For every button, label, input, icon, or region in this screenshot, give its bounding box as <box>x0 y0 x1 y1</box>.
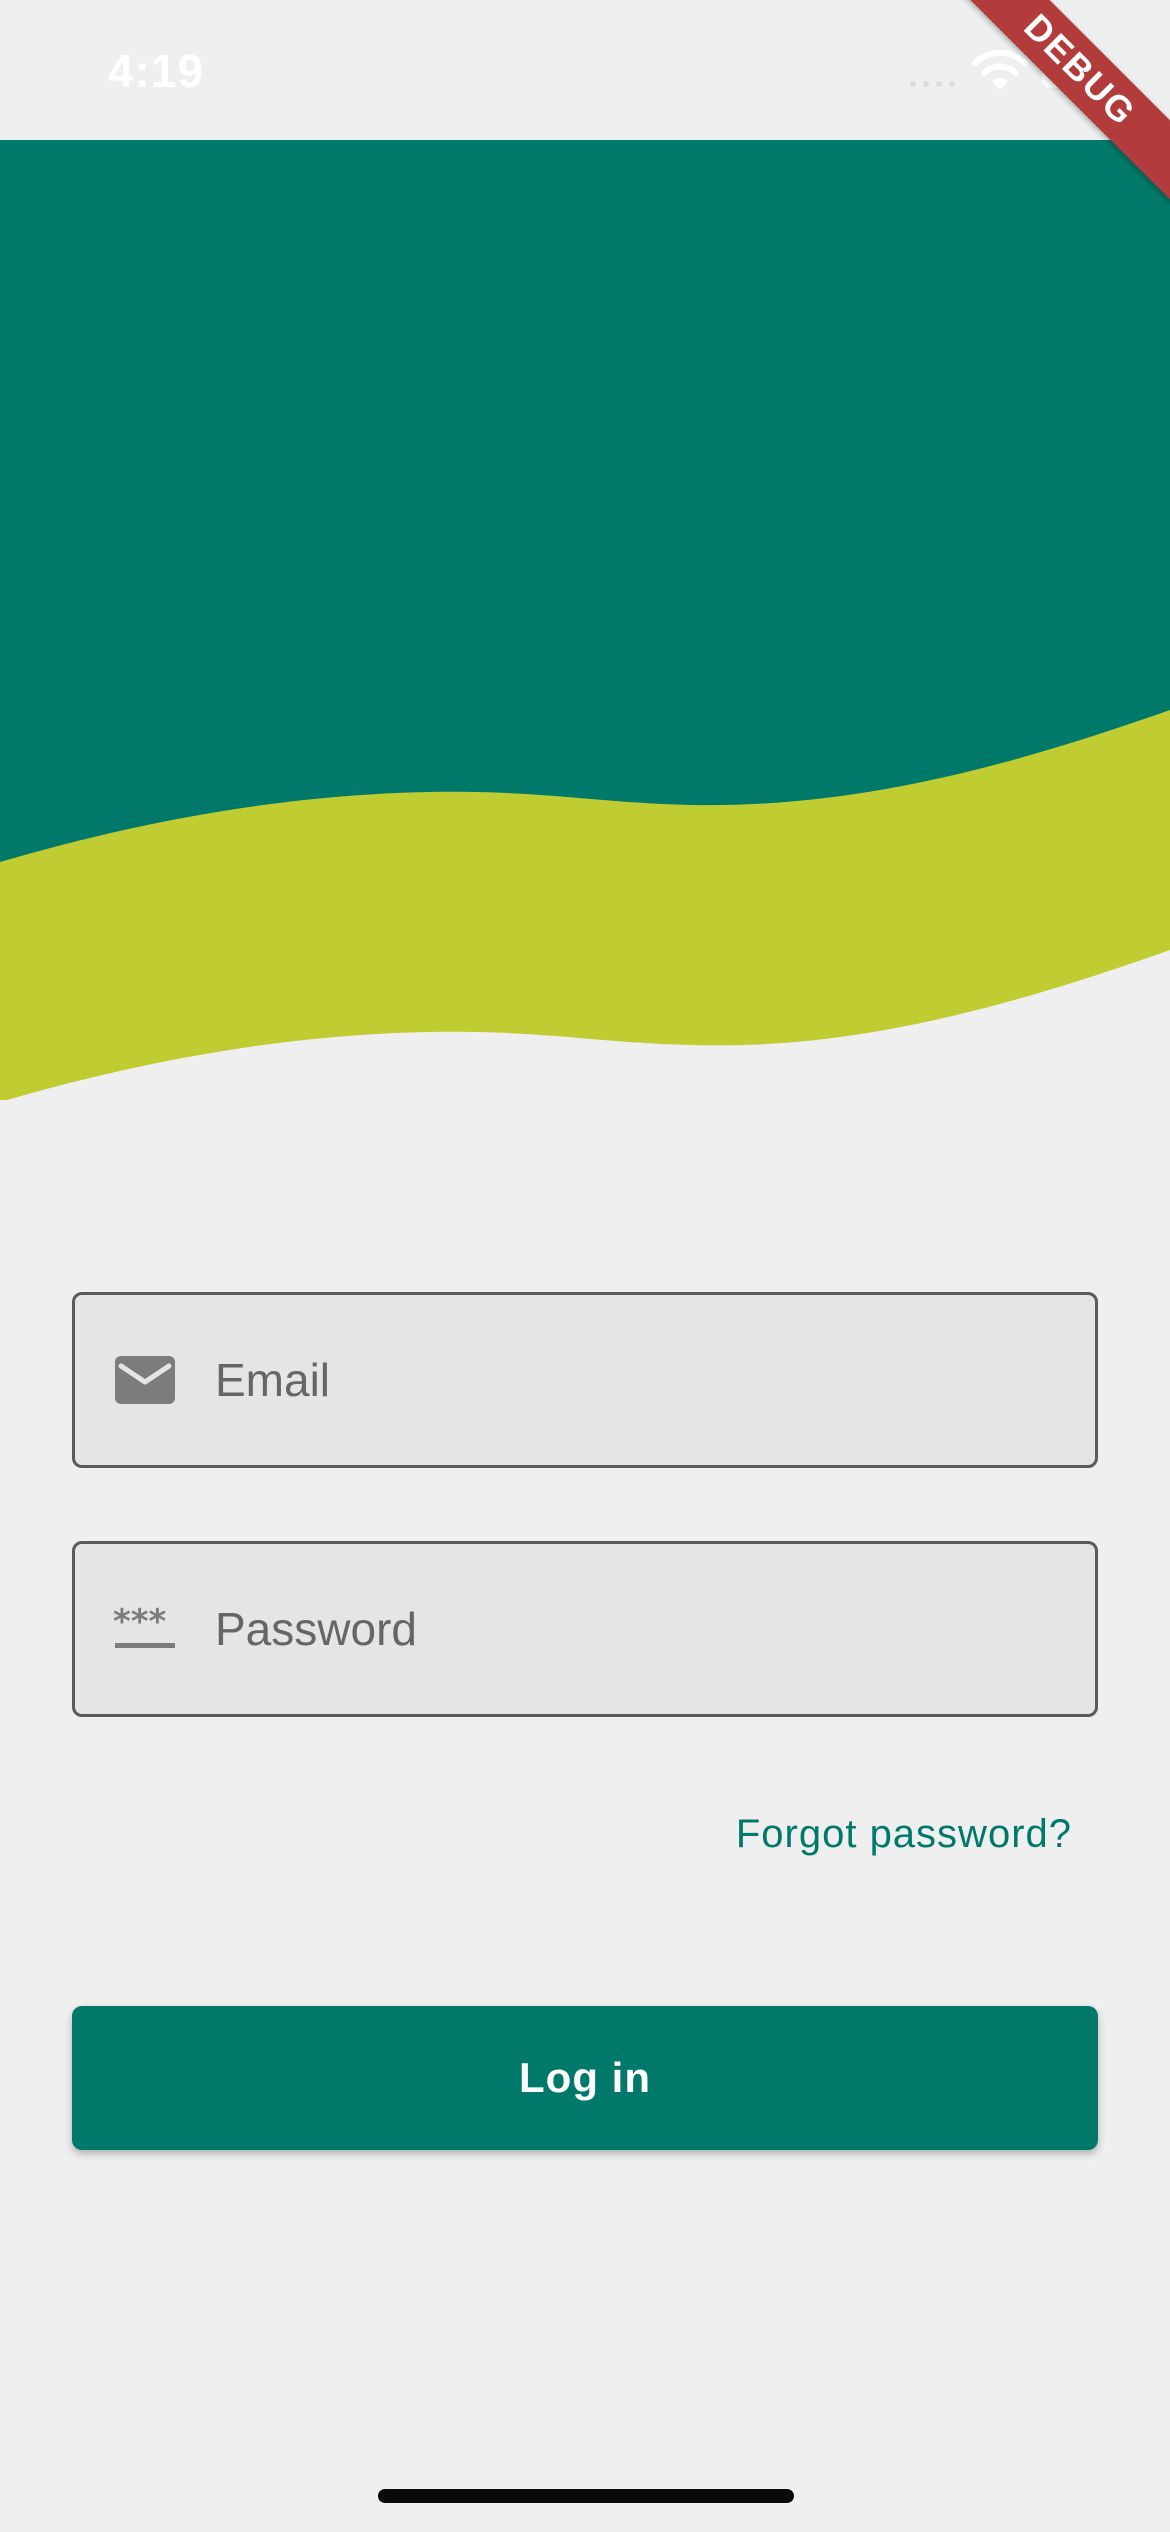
cellular-signal-icon <box>910 81 955 87</box>
login-screen: 4:19 DEBUG * <box>0 0 1170 2532</box>
password-input[interactable] <box>215 1544 1075 1714</box>
forgot-password-link[interactable]: Forgot password? <box>736 1812 1072 1857</box>
password-field[interactable]: *** <box>72 1541 1098 1717</box>
email-icon <box>115 1356 175 1404</box>
wave-header-graphic <box>0 140 1170 1100</box>
login-button[interactable]: Log in <box>72 2006 1098 2150</box>
wifi-icon <box>972 50 1028 90</box>
status-time: 4:19 <box>108 45 205 97</box>
password-icon: *** <box>113 1602 175 1648</box>
email-input[interactable] <box>215 1295 1075 1465</box>
svg-text:***: *** <box>113 1602 167 1642</box>
home-indicator <box>378 2489 794 2503</box>
email-field[interactable] <box>72 1292 1098 1468</box>
primary-wave <box>0 140 1170 862</box>
